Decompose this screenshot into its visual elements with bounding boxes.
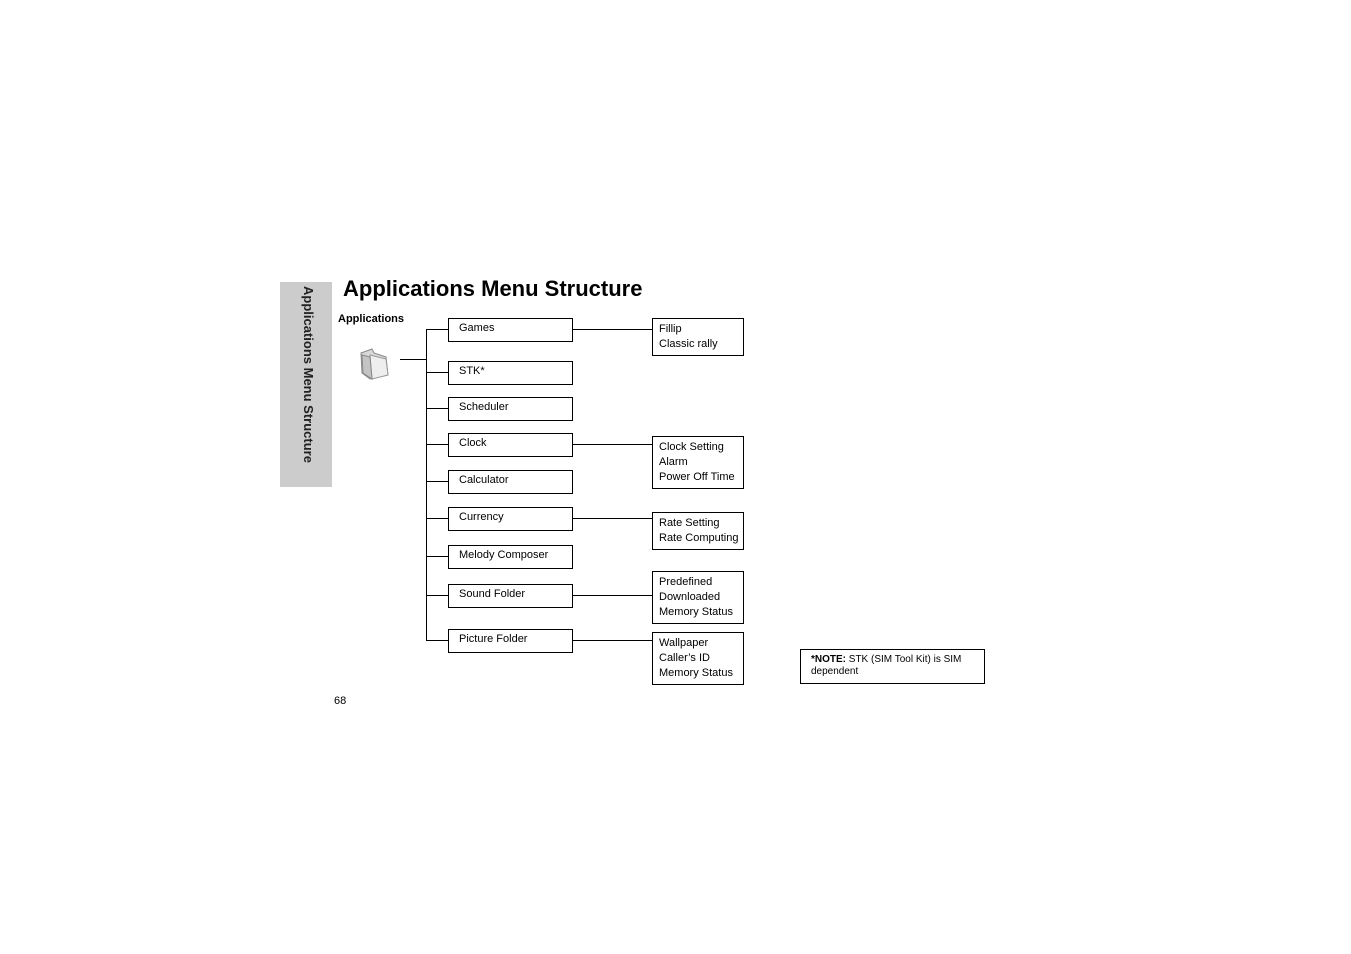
submenu-item: Alarm [659, 456, 688, 468]
menu-item: Melody Composer [448, 545, 573, 569]
root-label: Applications [338, 313, 405, 325]
branch-line [426, 518, 448, 519]
menu-item: Scheduler [448, 397, 573, 421]
menu-item-label: Currency [459, 511, 504, 523]
note-prefix: *NOTE: [811, 654, 846, 665]
folder-icon [360, 348, 389, 380]
menu-item: Currency [448, 507, 573, 531]
root-connector [400, 359, 426, 360]
submenu-box: Clock Setting Alarm Power Off Time [652, 436, 744, 489]
branch-line [426, 481, 448, 482]
menu-item-label: Games [459, 322, 495, 334]
submenu-item: Clock Setting [659, 441, 724, 453]
submenu-connector [573, 595, 652, 596]
branch-line [426, 595, 448, 596]
menu-item: Calculator [448, 470, 573, 494]
submenu-item: Wallpaper [659, 637, 709, 649]
menu-item-label: Scheduler [459, 401, 509, 413]
submenu-item: Rate Computing [659, 532, 739, 544]
submenu-item: Memory Status [659, 667, 733, 679]
branch-line [426, 329, 448, 330]
menu-item-label: Sound Folder [459, 588, 526, 600]
menu-item: Picture Folder [448, 629, 573, 653]
submenu-item: Downloaded [659, 591, 721, 603]
branch-line [426, 640, 448, 641]
submenu-item: Fillip [659, 323, 682, 335]
submenu-connector [573, 640, 652, 641]
submenu-connector [573, 444, 652, 445]
submenu-item: Power Off Time [659, 471, 735, 483]
menu-item-label: Clock [459, 437, 487, 449]
submenu-box: Fillip Classic rally [652, 318, 744, 356]
menu-item: Clock [448, 433, 573, 457]
menu-item-label: Picture Folder [459, 633, 528, 645]
side-tab-label: Applications Menu Structure [301, 286, 316, 463]
menu-item-label: Melody Composer [459, 549, 549, 561]
note-box: *NOTE: STK (SIM Tool Kit) is SIM depende… [800, 649, 985, 684]
branch-line [426, 444, 448, 445]
submenu-box: Rate Setting Rate Computing [652, 512, 744, 550]
submenu-item: Predefined [659, 576, 713, 588]
submenu-box: Wallpaper Caller’s ID Memory Status [652, 632, 744, 685]
branch-line [426, 372, 448, 373]
submenu-item: Classic rally [659, 338, 718, 350]
page-title: Applications Menu Structure [343, 276, 643, 301]
submenu-item: Rate Setting [659, 517, 720, 529]
menu-item-label: STK* [459, 365, 485, 377]
submenu-connector [573, 518, 652, 519]
branch-line [426, 556, 448, 557]
menu-item: Games [448, 318, 573, 342]
menu-item: Sound Folder [448, 584, 573, 608]
submenu-connector [573, 329, 652, 330]
page-number: 68 [334, 695, 347, 707]
submenu-item: Caller’s ID [659, 652, 710, 664]
menu-item: STK* [448, 361, 573, 385]
submenu-box: Predefined Downloaded Memory Status [652, 571, 744, 624]
menu-item-label: Calculator [459, 474, 509, 486]
submenu-item: Memory Status [659, 606, 733, 618]
branch-line [426, 408, 448, 409]
